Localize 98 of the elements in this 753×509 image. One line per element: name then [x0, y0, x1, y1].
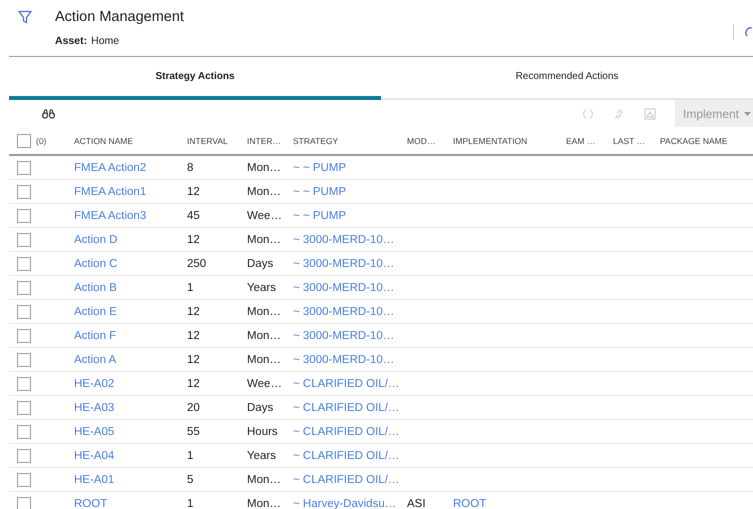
- strategy-link[interactable]: ~ CLARIFIED OIL/…: [293, 378, 400, 390]
- action-name-link[interactable]: HE-A04: [74, 450, 114, 462]
- table-cell: Wee…: [247, 210, 282, 222]
- strategy-link[interactable]: ~ 3000-MERD-10…: [293, 330, 394, 342]
- column-header[interactable]: PACKAGE NAME: [660, 136, 728, 146]
- row-checkbox[interactable]: [17, 232, 31, 246]
- table-cell: Wee…: [247, 378, 282, 390]
- strategy-link[interactable]: ~ ~ PUMP: [293, 186, 346, 198]
- table-cell: Mon…: [247, 474, 281, 486]
- implement-button[interactable]: Implement: [675, 100, 753, 127]
- table-cell: Years: [247, 450, 276, 462]
- column-header[interactable]: MOD…: [407, 136, 436, 146]
- column-header[interactable]: STRATEGY: [293, 136, 338, 146]
- strategy-link[interactable]: ~ ~ PUMP: [293, 210, 346, 222]
- table-cell: 12: [187, 234, 200, 246]
- table-cell: 1: [187, 450, 194, 462]
- caret-icon: [744, 112, 752, 116]
- action-name-link[interactable]: HE-A02: [74, 378, 114, 390]
- selected-count: (0): [36, 136, 46, 146]
- column-header[interactable]: EAM …: [566, 136, 596, 146]
- strategy-link[interactable]: ~ 3000-MERD-10…: [293, 354, 394, 366]
- action-name-link[interactable]: HE-A01: [74, 474, 114, 486]
- table-cell: Mon…: [247, 330, 281, 342]
- action-name-link[interactable]: Action D: [74, 234, 118, 246]
- action-name-link[interactable]: Action C: [74, 258, 118, 270]
- column-header[interactable]: INTER…: [247, 136, 281, 146]
- row-checkbox[interactable]: [17, 496, 31, 509]
- strategy-link[interactable]: ~ ~ PUMP: [293, 162, 346, 174]
- table-cell: 8: [187, 162, 194, 174]
- row-checkbox[interactable]: [17, 280, 31, 294]
- column-header[interactable]: ACTION NAME: [74, 136, 134, 146]
- filter-icon[interactable]: [18, 10, 32, 24]
- row-checkbox[interactable]: [17, 208, 31, 222]
- action-name-link[interactable]: ROOT: [74, 498, 108, 509]
- table-cell: 12: [187, 330, 200, 342]
- table-cell: Years: [247, 282, 276, 294]
- column-header[interactable]: IMPLEMENTATION: [453, 136, 528, 146]
- row-checkbox[interactable]: [17, 184, 31, 198]
- row-checkbox[interactable]: [17, 448, 31, 462]
- action-name-link[interactable]: Action F: [74, 330, 116, 342]
- row-checkbox[interactable]: [17, 400, 31, 414]
- strategy-link[interactable]: ~ Harvey-Davidsu…: [293, 498, 396, 509]
- row-checkbox[interactable]: [17, 304, 31, 318]
- action-name-link[interactable]: FMEA Action1: [74, 186, 146, 198]
- table-cell: Mon…: [247, 354, 281, 366]
- strategy-link[interactable]: ~ CLARIFIED OIL/…: [293, 426, 400, 438]
- table-cell: 55: [187, 426, 200, 438]
- table-cell: Mon…: [247, 234, 281, 246]
- action-name-link[interactable]: Action A: [74, 354, 116, 366]
- select-all-checkbox[interactable]: [17, 134, 31, 148]
- row-checkbox[interactable]: [17, 328, 31, 342]
- table-cell: 1: [187, 498, 194, 509]
- table-cell: 12: [187, 306, 200, 318]
- asset-value: Home: [91, 35, 120, 47]
- table-cell: 45: [187, 210, 200, 222]
- table-cell: 20: [187, 402, 200, 414]
- tab[interactable]: Strategy Actions: [9, 57, 381, 100]
- table-cell: Mon…: [247, 498, 281, 509]
- tab[interactable]: Recommended Actions: [381, 57, 753, 100]
- page-title: Action Management: [55, 8, 184, 26]
- column-header[interactable]: INTERVAL: [187, 136, 228, 146]
- row-checkbox[interactable]: [17, 160, 31, 174]
- table-cell: 250: [187, 258, 206, 270]
- action-name-link[interactable]: Action B: [74, 282, 117, 294]
- action-name-link[interactable]: Action E: [74, 306, 117, 318]
- asset-label: Asset:: [55, 35, 88, 47]
- table-cell: Hours: [247, 426, 278, 438]
- strategy-link[interactable]: ~ 3000-MERD-10…: [293, 234, 394, 246]
- table-cell: Days: [247, 258, 274, 270]
- table-cell: 1: [187, 282, 194, 294]
- strategy-link[interactable]: ~ CLARIFIED OIL/…: [293, 402, 400, 414]
- binoculars-icon[interactable]: [42, 108, 55, 118]
- table-cell: ASI: [407, 498, 426, 509]
- row-checkbox[interactable]: [17, 472, 31, 486]
- table-cell: Mon…: [247, 162, 281, 174]
- action-name-link[interactable]: HE-A05: [74, 426, 114, 438]
- refresh-icon[interactable]: [745, 25, 753, 39]
- table-cell: 12: [187, 378, 200, 390]
- strategy-link[interactable]: ~ CLARIFIED OIL/…: [293, 474, 400, 486]
- table-cell: Mon…: [247, 186, 281, 198]
- table-cell: Days: [247, 402, 274, 414]
- row-checkbox[interactable]: [17, 376, 31, 390]
- action-name-link[interactable]: FMEA Action3: [74, 210, 146, 222]
- row-checkbox[interactable]: [17, 256, 31, 270]
- row-checkbox[interactable]: [17, 352, 31, 366]
- table-cell: 12: [187, 354, 200, 366]
- table-cell: Mon…: [247, 306, 281, 318]
- strategy-link[interactable]: ~ CLARIFIED OIL/…: [293, 450, 400, 462]
- implementation-link[interactable]: ROOT: [453, 498, 486, 509]
- table-cell: 12: [187, 186, 200, 198]
- action-name-link[interactable]: HE-A03: [74, 402, 114, 414]
- table-cell: 5: [187, 474, 194, 486]
- column-header[interactable]: LAST …: [613, 136, 645, 146]
- row-checkbox[interactable]: [17, 424, 31, 438]
- action-name-link[interactable]: FMEA Action2: [74, 162, 146, 174]
- strategy-link[interactable]: ~ 3000-MERD-10…: [293, 282, 394, 294]
- strategy-link[interactable]: ~ 3000-MERD-10…: [293, 258, 394, 270]
- strategy-link[interactable]: ~ 3000-MERD-10…: [293, 306, 394, 318]
